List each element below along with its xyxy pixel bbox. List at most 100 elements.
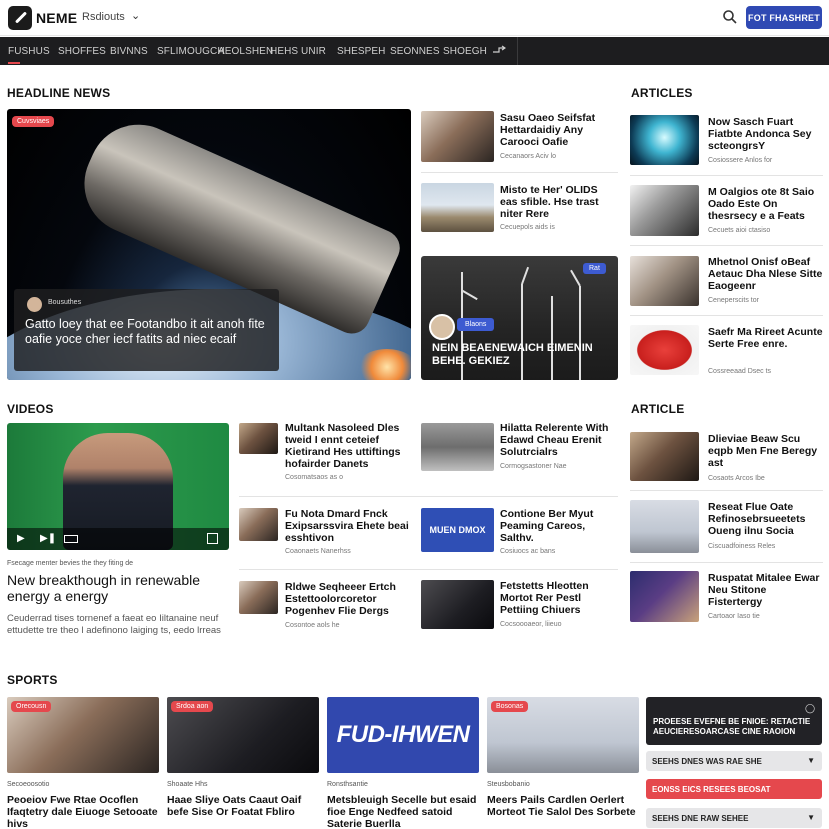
sports-card-image[interactable]: Srdoa aon [167, 697, 319, 773]
article-title[interactable]: M Oalgios ote 8t Saio Oado Este On thesr… [708, 186, 823, 222]
article-title[interactable]: Dlieviae Beaw Scu eqpb Men Fne Beregy as… [708, 433, 823, 469]
video-list-meta: Cosomatsaos as o [285, 474, 343, 481]
scores-panel[interactable]: ◯ PROEESE EVEFNE BE FNIOE: RETACTIE AEUC… [646, 697, 822, 745]
nav-item[interactable]: SHOFFES [58, 46, 106, 57]
turbine-blade [570, 270, 581, 287]
hero-headline[interactable]: Gatto loey that ee Footandbo it ait anoh… [25, 317, 275, 347]
article-thumbnail[interactable] [630, 571, 699, 622]
sports-meta: Ronsthsantie [327, 781, 368, 788]
turbine-blade [461, 272, 463, 290]
video-player[interactable]: ▶ ▶❚ [7, 423, 229, 550]
article-thumbnail[interactable] [630, 500, 699, 553]
feature-headline[interactable]: NEIN BEAENEWAICH EIMENIN BEHE. GEKIEZ [432, 342, 607, 368]
article-title[interactable]: Ruspatat Mitalee Ewar Neu Stitone Fister… [708, 572, 823, 608]
video-list-meta: Cosontoe aols he [285, 622, 340, 629]
subscribe-button[interactable]: FOT FHASHRET [746, 6, 822, 29]
article-thumbnail[interactable] [630, 256, 699, 306]
article-thumbnail[interactable] [630, 185, 699, 236]
sports-badge: Orecousn [11, 701, 52, 712]
turbine-blade [521, 266, 529, 285]
section-title-headline: HEADLINE NEWS [7, 86, 111, 100]
chevron-down-icon[interactable]: ⌄ [131, 9, 140, 22]
section-title-videos: VIDEOS [7, 402, 54, 416]
chevron-down-icon[interactable]: ▼ [807, 756, 815, 765]
story-thumbnail[interactable] [421, 183, 494, 232]
score-row-label: SEEHS DNE RAW SEHEE [652, 813, 749, 823]
nav-item[interactable]: AEOLSHEN [218, 46, 273, 57]
sports-logo-text: FUD-IHWEN [327, 697, 479, 773]
scores-headline: PROEESE EVEFNE BE FNIOE: RETACTIE AEUCIE… [653, 717, 811, 736]
fullscreen-icon[interactable] [207, 533, 218, 544]
play-icon[interactable]: ▶ [17, 533, 25, 544]
article-meta: Cossreeaad Dsec ts [708, 368, 772, 375]
article-meta: Cosaots Arcos Ibe [708, 475, 765, 482]
site-logo[interactable]: NEME [36, 10, 77, 26]
region-selector[interactable]: Rsdiouts [82, 11, 125, 23]
refresh-icon[interactable]: ◯ [805, 703, 815, 714]
video-list-title[interactable]: Rldwe Seqheeer Ertch Estettoolorcoretor … [285, 581, 411, 617]
search-icon[interactable] [722, 9, 738, 25]
story-meta: Cecanaors Aciv lo [500, 153, 557, 160]
article-thumbnail[interactable] [630, 325, 699, 375]
score-row-label: EONSS EICS RESEES BEOSAT [652, 784, 771, 794]
sports-title[interactable]: Peoeiov Fwe Rtae Ocoflen Ifaqtetry dale … [7, 794, 159, 829]
nav-item[interactable]: SFLIMOUGCH [157, 46, 225, 57]
score-row[interactable]: SEEHS DNES WAS RAE SHE ▼ [646, 751, 822, 771]
nav-item[interactable]: BIVNNS [110, 46, 148, 57]
nav-item[interactable]: SEONNES [390, 46, 440, 57]
sports-meta: Shoaate Hhs [167, 781, 208, 788]
nav-item[interactable]: SHOEGH [443, 46, 487, 57]
video-list-meta: Cocsoooaeor, liieuo [500, 621, 562, 628]
feature-card-wind[interactable]: Rat Blaons NEIN BEAENEWAICH EIMENIN BEHE… [421, 256, 618, 380]
nav-item[interactable]: SHESPEH [337, 46, 386, 57]
video-title[interactable]: New breakthough in renewable energy a en… [7, 572, 229, 604]
video-list-title[interactable]: Fu Nota Dmard Fnck Exipsarssvira Ehete b… [285, 508, 411, 544]
sports-title[interactable]: Meers Pails Cardlen Oerlert Morteot Tie … [487, 794, 639, 818]
logo-icon[interactable] [8, 6, 32, 30]
captions-icon[interactable] [64, 535, 78, 543]
score-row[interactable]: SEEHS DNE RAW SEHEE ▼ [646, 808, 822, 828]
nav-item[interactable]: HEHS UNIR [270, 46, 326, 57]
article-title[interactable]: Saefr Ma Rireet Acunte Serte Free enre. [708, 326, 823, 350]
chevron-down-icon[interactable]: ▼ [807, 813, 815, 822]
sports-card-image[interactable]: Bosonas [487, 697, 639, 773]
video-list-title[interactable]: Contione Ber Myut Peaming Careos, Salthv… [500, 508, 618, 544]
video-thumbnail[interactable] [239, 508, 278, 541]
hero-byline: Bousuthes [48, 299, 82, 306]
share-icon[interactable] [492, 45, 506, 57]
avatar [429, 314, 455, 340]
article-thumbnail[interactable] [630, 115, 699, 165]
hero-caption-card[interactable]: Bousuthes Gatto loey that ee Footandbo i… [14, 289, 279, 371]
sports-meta: Secoeoosotio [7, 781, 50, 788]
article-title[interactable]: Now Sasch Fuart Fiatbte Andonca Sey scte… [708, 116, 823, 152]
skip-icon[interactable]: ▶❚ [40, 533, 56, 544]
feature-tag[interactable]: Blaons [457, 318, 495, 331]
score-row-active[interactable]: EONSS EICS RESEES BEOSAT [646, 779, 822, 799]
main-nav: FUSHUS SHOFFES BIVNNS SFLIMOUGCH AEOLSHE… [0, 37, 829, 65]
sports-title[interactable]: Metsbleuigh Secelle but esaid fioe Enge … [327, 794, 479, 829]
story-title[interactable]: Misto te Her' OLIDS eas sfible. Hse tras… [500, 184, 618, 220]
nav-item[interactable]: FUSHUS [8, 46, 50, 64]
video-list-title[interactable]: Hilatta Relerente With Edawd Cheau Ereni… [500, 422, 618, 458]
video-thumbnail[interactable] [421, 423, 494, 471]
video-thumbnail[interactable] [239, 581, 278, 614]
sports-title[interactable]: Haae Sliye Oats Caaut Oaif befe Sise Or … [167, 794, 319, 818]
divider [630, 175, 823, 176]
video-list-title[interactable]: Fetstetts Hleotten Mortot Rer Pestl Pett… [500, 580, 618, 616]
story-title[interactable]: Sasu Oaeo Seifsfat Hettardaidiy Any Caro… [500, 112, 618, 148]
article-thumbnail[interactable] [630, 432, 699, 481]
sports-card-image[interactable]: Orecousn [7, 697, 159, 773]
video-list-title[interactable]: Multank Nasoleed Dles tweid I ennt cetei… [285, 422, 411, 470]
nav-divider [517, 37, 518, 65]
article-title[interactable]: Reseat Flue Oate Refinosebrsueetets Ouen… [708, 501, 823, 537]
turbine-blade [461, 289, 478, 300]
hero-story[interactable]: Cuvsviaes Bousuthes Gatto loey that ee F… [7, 109, 411, 380]
sports-card-image[interactable]: FUD-IHWEN [327, 697, 479, 773]
story-thumbnail[interactable] [421, 111, 494, 162]
video-thumbnail[interactable] [421, 580, 494, 629]
video-thumbnail[interactable] [239, 423, 278, 454]
article-title[interactable]: Mhetnol Onisf oBeaf Aetauc Dha Nlese Sit… [708, 256, 823, 292]
video-thumbnail[interactable]: MUEN DMOX [421, 508, 494, 552]
video-controls: ▶ ▶❚ [7, 528, 229, 550]
sports-badge: Srdoa aon [171, 701, 214, 712]
